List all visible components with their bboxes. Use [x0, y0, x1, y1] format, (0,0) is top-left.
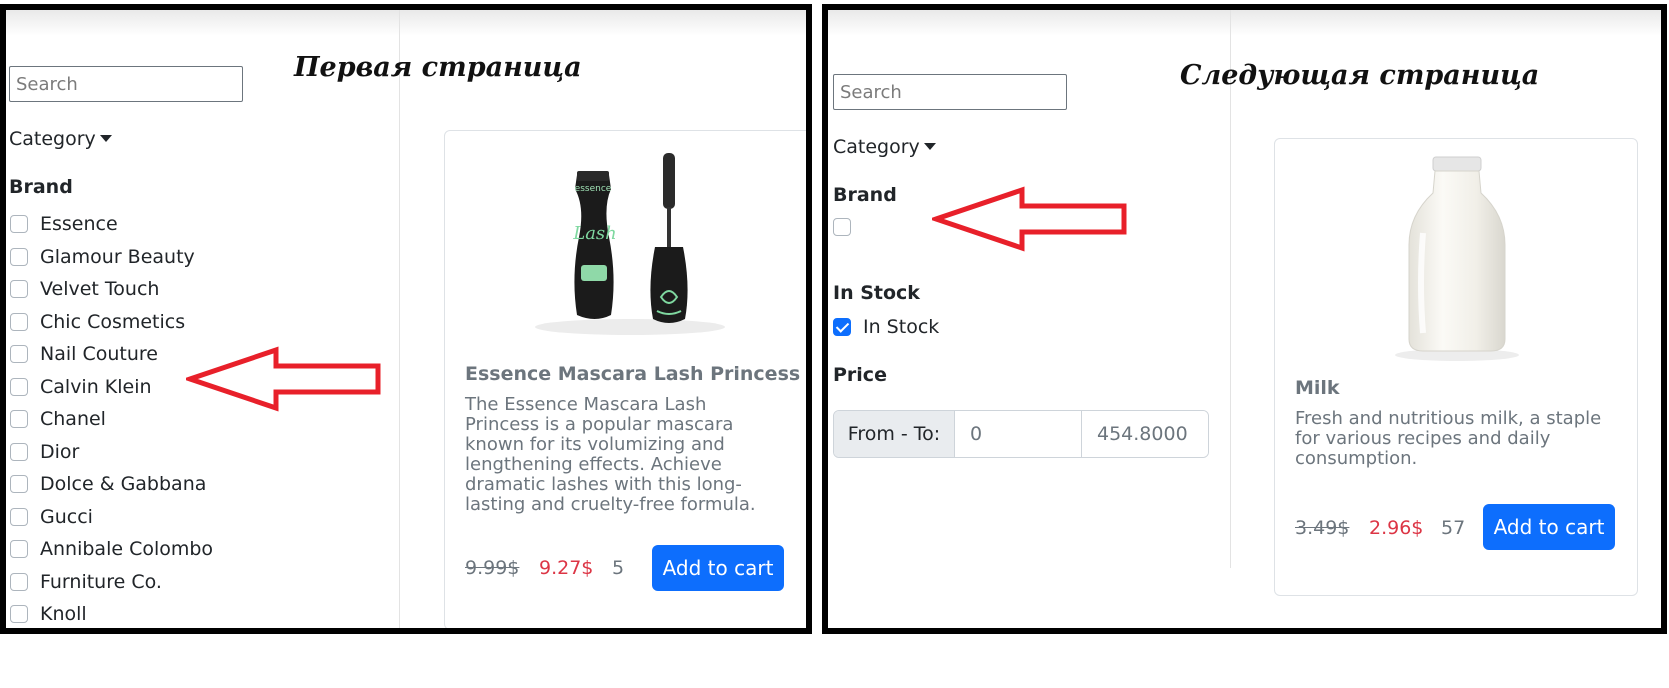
product-card: Milk Fresh and nutritious milk, a staple… — [1274, 138, 1638, 596]
search-input[interactable] — [833, 74, 1067, 110]
price-to-input[interactable] — [1082, 411, 1208, 457]
sale-price: 9.27$ — [539, 557, 594, 579]
category-label: Category — [9, 128, 96, 150]
brand-checkbox[interactable] — [10, 475, 28, 494]
caret-down-icon — [99, 135, 112, 142]
price-heading: Price — [833, 364, 887, 386]
screenshot-title: Следующая страница — [1180, 60, 1540, 91]
stock-count: 5 — [612, 557, 625, 579]
brand-heading: Brand — [833, 184, 897, 206]
top-shade — [828, 10, 1661, 36]
brand-heading: Brand — [9, 176, 73, 198]
in-stock-option[interactable]: In Stock — [833, 316, 939, 338]
mascara-image: essence Lash — [535, 153, 725, 335]
search-input[interactable] — [9, 66, 243, 102]
brand-checkbox[interactable] — [10, 247, 28, 266]
brand-label: Dior — [40, 440, 80, 463]
brand-checkbox[interactable] — [10, 312, 28, 331]
product-card: essence Lash Essence Mascara Lash Prince… — [444, 130, 806, 628]
add-to-cart-button[interactable]: Add to cart — [652, 545, 784, 591]
brand-checkbox[interactable] — [10, 540, 28, 559]
in-stock-heading: In Stock — [833, 282, 920, 304]
brand-option[interactable]: Calvin Klein — [10, 371, 213, 404]
product-title: Essence Mascara Lash Princess — [465, 363, 801, 385]
brand-label: Furniture Co. — [40, 570, 162, 593]
brand-option[interactable]: Annibale Colombo — [10, 533, 213, 566]
brand-label: Velvet Touch — [40, 278, 160, 301]
brand-checkbox[interactable] — [10, 572, 28, 591]
stock-count: 57 — [1441, 517, 1466, 539]
brand-option[interactable]: Chanel — [10, 403, 213, 436]
sidebar-divider — [1230, 10, 1231, 568]
product-title: Milk — [1295, 377, 1340, 399]
top-shade — [6, 10, 806, 36]
brand-label: Essence — [40, 213, 118, 236]
sale-price: 2.96$ — [1369, 517, 1424, 539]
mascara-product-text: Lash — [572, 223, 617, 244]
old-price: 3.49$ — [1295, 517, 1350, 539]
caret-down-icon — [923, 143, 936, 150]
first-page-screenshot: Первая страница Category Brand Essence Gl… — [0, 4, 812, 634]
brand-option[interactable]: Chic Cosmetics — [10, 306, 213, 339]
brand-checkbox[interactable] — [10, 442, 28, 461]
brand-checkbox[interactable] — [10, 345, 28, 364]
brand-option[interactable]: Glamour Beauty — [10, 241, 213, 274]
brand-label: Glamour Beauty — [40, 245, 195, 268]
brand-checkbox[interactable] — [10, 215, 28, 234]
brand-label: Annibale Colombo — [40, 538, 214, 561]
price-range-label: From - To: — [834, 411, 955, 457]
brand-label: Gucci — [40, 505, 93, 528]
brand-checkbox[interactable] — [10, 410, 28, 429]
screenshot-title: Первая страница — [294, 52, 582, 83]
in-stock-checkbox[interactable] — [833, 318, 851, 336]
brand-label: Chic Cosmetics — [40, 310, 186, 333]
category-label: Category — [833, 136, 920, 158]
price-from-input[interactable] — [955, 411, 1082, 457]
old-price: 9.99$ — [465, 557, 520, 579]
brand-checkbox-empty[interactable] — [833, 218, 851, 236]
brand-option[interactable]: Gucci — [10, 501, 213, 534]
category-dropdown[interactable]: Category — [9, 128, 112, 150]
brand-label: Chanel — [40, 408, 106, 431]
brand-label: Nail Couture — [40, 343, 158, 366]
brand-checkbox[interactable] — [10, 280, 28, 299]
brand-option[interactable]: Velvet Touch — [10, 273, 213, 306]
brand-label: Knoll — [40, 603, 87, 626]
brand-option[interactable]: Dior — [10, 436, 213, 469]
brand-option[interactable]: Furniture Co. — [10, 566, 213, 599]
brand-option[interactable]: Nail Couture — [10, 338, 213, 371]
product-description: The Essence Mascara Lash Princess is a p… — [465, 394, 756, 515]
brand-label: Calvin Klein — [40, 375, 152, 398]
red-arrow-left-icon — [932, 186, 1127, 252]
brand-checkbox[interactable] — [10, 507, 28, 526]
sidebar-divider — [399, 10, 400, 628]
brand-filter-list: Essence Glamour Beauty Velvet Touch Chic Co… — [10, 208, 213, 635]
brand-option[interactable]: Knoll — [10, 598, 213, 628]
mascara-brand-text: essence — [575, 184, 612, 194]
category-dropdown[interactable]: Category — [833, 136, 936, 158]
brand-option[interactable]: Bath Trends — [10, 631, 213, 635]
brand-option[interactable]: Essence — [10, 208, 213, 241]
next-page-screenshot: Следующая страница Category Brand In Sto… — [822, 4, 1667, 634]
brand-label: Dolce & Gabbana — [40, 473, 207, 496]
add-to-cart-button[interactable]: Add to cart — [1483, 504, 1615, 550]
brand-checkbox[interactable] — [10, 605, 28, 624]
price-range-group: From - To: — [833, 410, 1209, 458]
in-stock-label: In Stock — [863, 316, 940, 338]
milk-bottle-image — [1395, 156, 1519, 361]
red-arrow-left-icon — [186, 346, 381, 412]
product-description: Fresh and nutritious milk, a staple for … — [1295, 408, 1602, 469]
brand-option[interactable]: Dolce & Gabbana — [10, 468, 213, 501]
brand-checkbox[interactable] — [10, 377, 28, 396]
